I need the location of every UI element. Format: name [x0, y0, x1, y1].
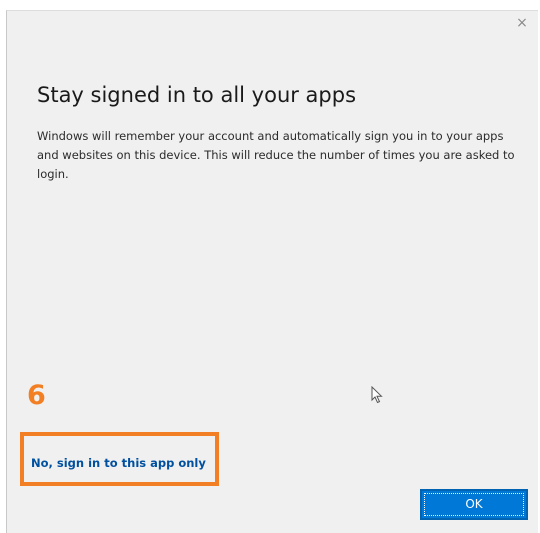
- sign-in-this-app-only-link[interactable]: No, sign in to this app only: [31, 456, 206, 470]
- signin-dialog: × Stay signed in to all your apps Window…: [6, 10, 538, 533]
- ok-button[interactable]: OK: [420, 489, 528, 520]
- mouse-pointer-icon: [371, 386, 383, 404]
- close-icon[interactable]: ×: [512, 13, 532, 33]
- dialog-description: Windows will remember your account and a…: [37, 129, 515, 181]
- step-number-annotation: 6: [27, 380, 46, 411]
- dialog-title: Stay signed in to all your apps: [37, 83, 357, 107]
